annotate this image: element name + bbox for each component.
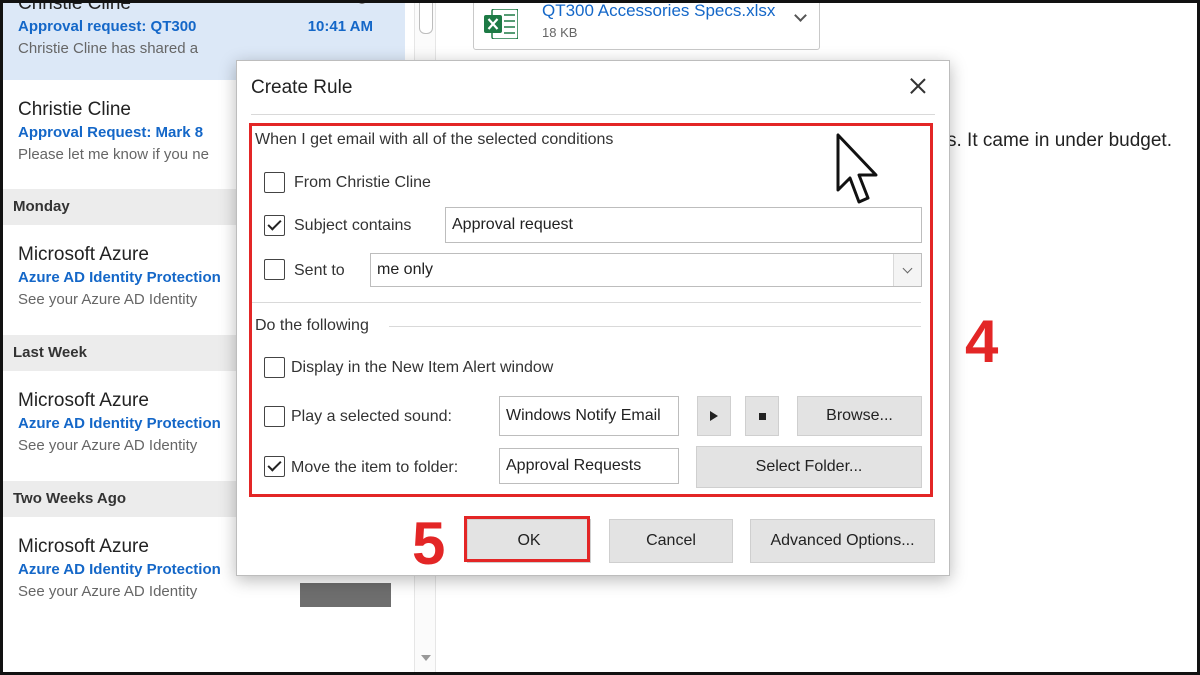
dialog-title: Create Rule (251, 77, 353, 98)
subject-contains-input[interactable]: Approval request (445, 207, 922, 243)
mail-subject: Azure AD Identity Protection (18, 561, 221, 578)
stop-button[interactable] (745, 396, 779, 436)
section-divider (389, 326, 921, 327)
scroll-down-icon[interactable] (421, 655, 431, 661)
play-icon (710, 411, 718, 421)
play-button[interactable] (697, 396, 731, 436)
move-to-folder-checkbox[interactable] (264, 456, 285, 477)
scroll-thumb[interactable] (419, 0, 433, 34)
advanced-options-button[interactable]: Advanced Options... (750, 519, 935, 563)
subject-contains-checkbox[interactable] (264, 215, 285, 236)
chevron-down-icon[interactable] (794, 9, 807, 22)
close-icon[interactable] (909, 77, 927, 95)
sent-to-checkbox[interactable] (264, 259, 285, 280)
sent-to-label: Sent to (294, 262, 345, 279)
display-alert-checkbox[interactable] (264, 357, 285, 378)
mail-preview: Please let me know if you ne (18, 146, 209, 163)
chevron-down-icon[interactable] (893, 254, 921, 286)
step-number-5: 5 (412, 510, 446, 577)
attachment-size: 18 KB (542, 25, 578, 40)
folder-input[interactable]: Approval Requests (499, 448, 679, 484)
display-alert-label: Display in the New Item Alert window (291, 359, 554, 376)
mail-preview: Christie Cline has shared a (18, 40, 199, 57)
stop-icon (758, 412, 766, 420)
play-sound-checkbox[interactable] (264, 406, 285, 427)
mail-time: 10:41 AM (307, 18, 373, 35)
ok-button[interactable]: OK (467, 519, 591, 563)
subject-contains-label: Subject contains (294, 217, 412, 234)
sent-to-value: me only (377, 261, 434, 278)
conditions-section-label: When I get email with all of the selecte… (255, 131, 614, 148)
actions-section-label: Do the following (255, 317, 369, 334)
mouse-cursor-icon (836, 133, 878, 204)
sent-to-select[interactable]: me only (370, 253, 922, 287)
select-folder-button[interactable]: Select Folder... (696, 446, 922, 488)
browse-button[interactable]: Browse... (797, 396, 922, 436)
from-checkbox[interactable] (264, 172, 285, 193)
title-separator (251, 114, 935, 115)
sound-input[interactable]: Windows Notify Email (499, 396, 679, 436)
section-divider (251, 302, 921, 303)
mail-sender: Christie Cline (18, 0, 131, 14)
attachment-name[interactable]: QT300 Accessories Specs.xlsx (542, 1, 775, 21)
step-number-4: 4 (965, 308, 999, 375)
excel-icon (484, 9, 518, 39)
cancel-button[interactable]: Cancel (609, 519, 733, 563)
from-label: From Christie Cline (294, 174, 431, 191)
mail-subject: Azure AD Identity Protection (18, 415, 221, 432)
email-body-text: s. It came in under budget. (947, 130, 1172, 151)
play-sound-label: Play a selected sound: (291, 408, 452, 425)
mail-subject: Approval request: QT300 (18, 18, 197, 35)
move-to-folder-label: Move the item to folder: (291, 459, 459, 476)
attachment-card[interactable]: QT300 Accessories Specs.xlsx 18 KB (473, 0, 820, 50)
redacted-block (300, 583, 391, 607)
mail-subject: Azure AD Identity Protection (18, 269, 221, 286)
